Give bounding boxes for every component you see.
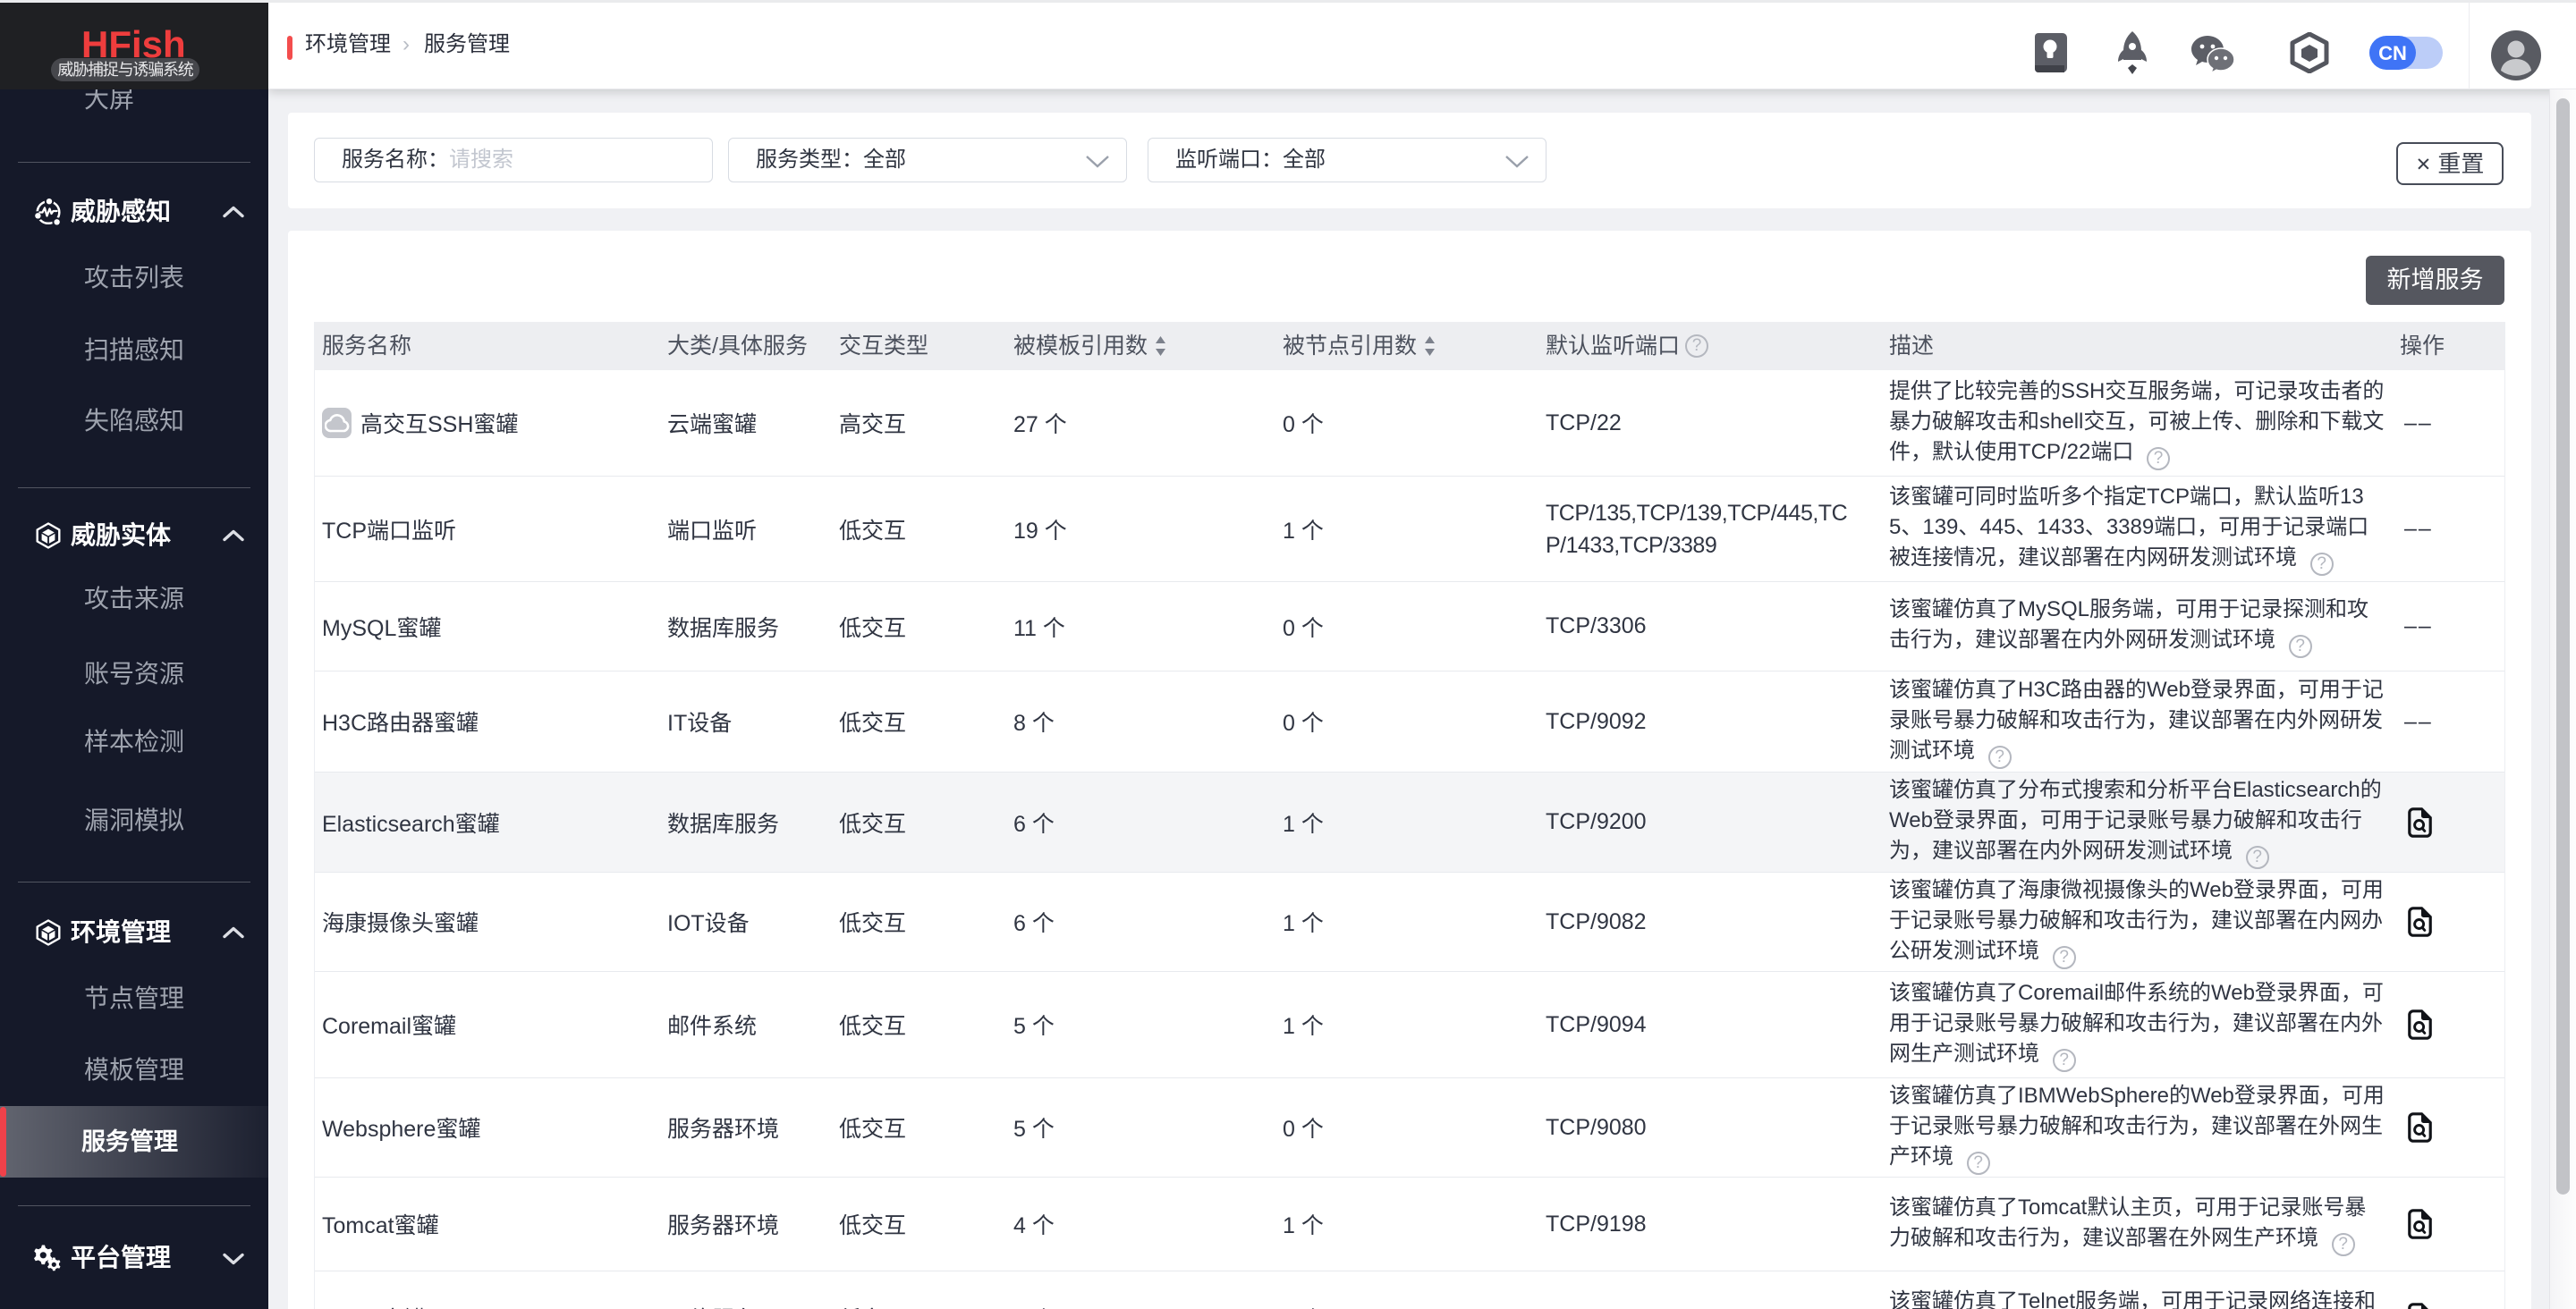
svg-text:CN: CN [2378,42,2407,64]
